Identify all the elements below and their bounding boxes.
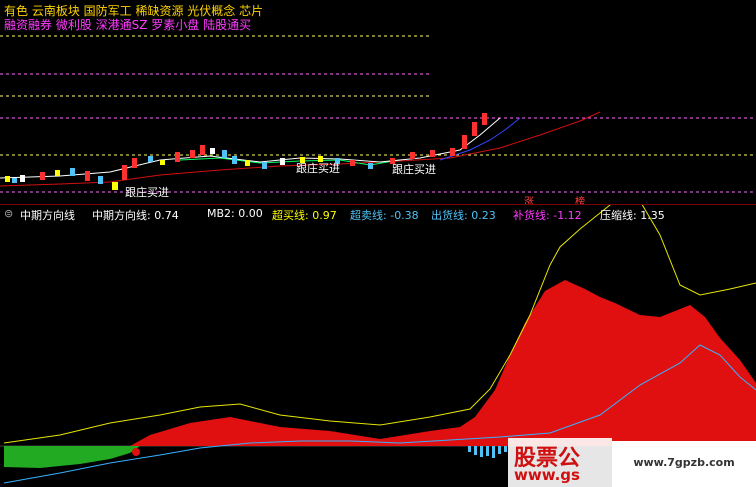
field-label: 压缩线: <box>600 209 637 222</box>
field-label: 中期方向线: <box>92 209 151 222</box>
price-chart-pane[interactable]: 有色 云南板块 国防军工 稀缺资源 光伏概念 芯片 融资融券 微利股 深港通SZ… <box>0 0 756 208</box>
negative-bars <box>468 446 507 458</box>
concept-tags-line-2: 融资融券 微利股 深港通SZ 罗素小盘 陆股通买 <box>4 18 252 32</box>
indicator-pane[interactable]: ⊜ 中期方向线 中期方向线: 0.74 MB2: 0.00 超买线: 0.97 … <box>0 205 756 487</box>
field-label: 补货线: <box>513 209 550 222</box>
field-value: 0.74 <box>154 209 179 222</box>
watermark-site: www.7gpzb.com <box>633 456 735 469</box>
field-label: 超卖线: <box>350 209 387 222</box>
indicator-field: 补货线: -1.12 <box>513 207 582 223</box>
indicator-name: 中期方向线 <box>20 209 75 222</box>
buy-signal-label: 跟庄买进 <box>296 162 340 175</box>
buy-signal-label: 跟庄买进 <box>125 186 169 199</box>
indicator-field: 中期方向线: 0.74 <box>92 207 179 223</box>
collapse-icon[interactable]: ⊜ <box>4 207 13 220</box>
field-value: 0.00 <box>238 207 263 220</box>
watermark-url: www.gs <box>514 466 580 484</box>
indicator-field: MB2: 0.00 <box>207 207 263 220</box>
negative-area <box>4 446 140 468</box>
field-label: 超买线: <box>272 209 309 222</box>
indicator-field: 超买线: 0.97 <box>272 207 337 223</box>
field-value: -0.38 <box>390 209 419 222</box>
candles <box>5 113 487 190</box>
watermark-site-box: www.7gpzb.com <box>612 441 756 487</box>
positive-area <box>130 280 756 446</box>
buy-signal-label: 跟庄买进 <box>392 163 436 176</box>
indicator-field: 出货线: 0.23 <box>431 207 496 223</box>
watermark-brand-box: 股票公 www.gs <box>508 438 612 487</box>
field-value: -1.12 <box>553 209 582 222</box>
field-value: 1.35 <box>640 209 665 222</box>
field-label: MB2: <box>207 207 235 220</box>
signal-marker <box>132 448 140 456</box>
field-value: 0.23 <box>471 209 496 222</box>
field-value: 0.97 <box>312 209 337 222</box>
field-label: 出货线: <box>431 209 468 222</box>
indicator-field: 超卖线: -0.38 <box>350 207 419 223</box>
indicator-header: ⊜ 中期方向线 中期方向线: 0.74 MB2: 0.00 超买线: 0.97 … <box>0 205 756 223</box>
indicator-field: 压缩线: 1.35 <box>600 207 665 223</box>
